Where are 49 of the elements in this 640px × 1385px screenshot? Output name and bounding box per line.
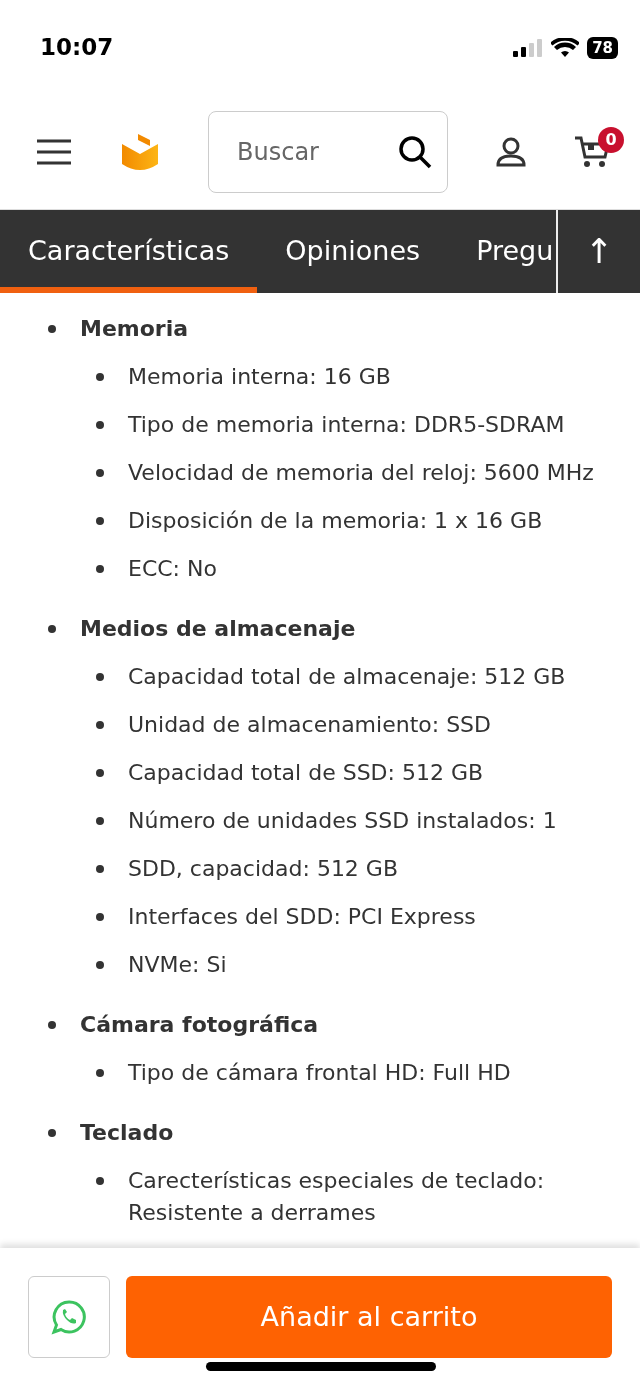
section-title: Medios de almacenaje <box>80 615 356 643</box>
tab[interactable]: Opiniones <box>257 210 449 293</box>
signal-icon <box>513 38 544 57</box>
spec-item: Tipo de memoria interna: DDR5-SDRAM <box>128 411 565 439</box>
spec-item: Capacidad total de almacenaje: 512 GB <box>128 663 566 691</box>
bullet-icon <box>96 865 104 873</box>
bullet-icon <box>96 469 104 477</box>
spec-item: Número de unidades SSD instalados: 1 <box>128 807 557 835</box>
spec-item: Unidad de almacenamiento: SSD <box>128 711 491 739</box>
cart-count-badge: 0 <box>598 127 624 153</box>
spec-item: Carecterísticas especiales de teclado: Resistente a derrames <box>128 1167 546 1227</box>
wifi-icon <box>551 37 580 58</box>
tab[interactable]: Características <box>0 210 258 293</box>
bullet-icon <box>96 1177 104 1185</box>
user-icon[interactable] <box>496 137 526 167</box>
chat-icon <box>51 1299 87 1335</box>
menu-icon[interactable] <box>36 139 72 165</box>
bullet-icon <box>48 325 56 333</box>
spec-item: Capacidad total de SSD: 512 GB <box>128 759 484 787</box>
bullet-icon <box>96 721 104 729</box>
spec-item: SDD, capacidad: 512 GB <box>128 855 398 883</box>
bullet-icon <box>96 373 104 381</box>
bullet-icon <box>48 1129 56 1137</box>
bullet-icon <box>96 1069 104 1077</box>
spec-item: Memoria interna: 16 GB <box>128 363 391 391</box>
battery-level: 78 <box>587 36 618 59</box>
section-title: Memoria <box>80 315 189 343</box>
section-title: Teclado <box>80 1119 174 1147</box>
bullet-icon <box>96 769 104 777</box>
bullet-icon <box>48 1021 56 1029</box>
bullet-icon <box>96 565 104 573</box>
bullet-icon <box>96 817 104 825</box>
spec-item: ECC: No <box>128 555 217 583</box>
bullet-icon <box>96 517 104 525</box>
spec-item: Tipo de cámara frontal HD: Full HD <box>128 1059 511 1087</box>
status-time: 10:07 <box>40 33 114 63</box>
spec-item: NVMe: Si <box>128 951 227 979</box>
search-icon[interactable] <box>398 135 432 169</box>
bullet-icon <box>96 673 104 681</box>
section-title: Cámara fotográfica <box>80 1011 319 1039</box>
spec-item: Velocidad de memoria del reloj: 5600 MHz <box>128 459 594 487</box>
bullet-icon <box>96 961 104 969</box>
bullet-icon <box>96 421 104 429</box>
spec-item: Disposición de la memoria: 1 x 16 GB <box>128 507 543 535</box>
search-field[interactable]: Buscar <box>208 111 448 193</box>
bullet-icon <box>48 625 56 633</box>
spec-item: Interfaces del SDD: PCI Express <box>128 903 476 931</box>
bullet-icon <box>96 913 104 921</box>
tab[interactable]: Pregu <box>448 210 556 293</box>
